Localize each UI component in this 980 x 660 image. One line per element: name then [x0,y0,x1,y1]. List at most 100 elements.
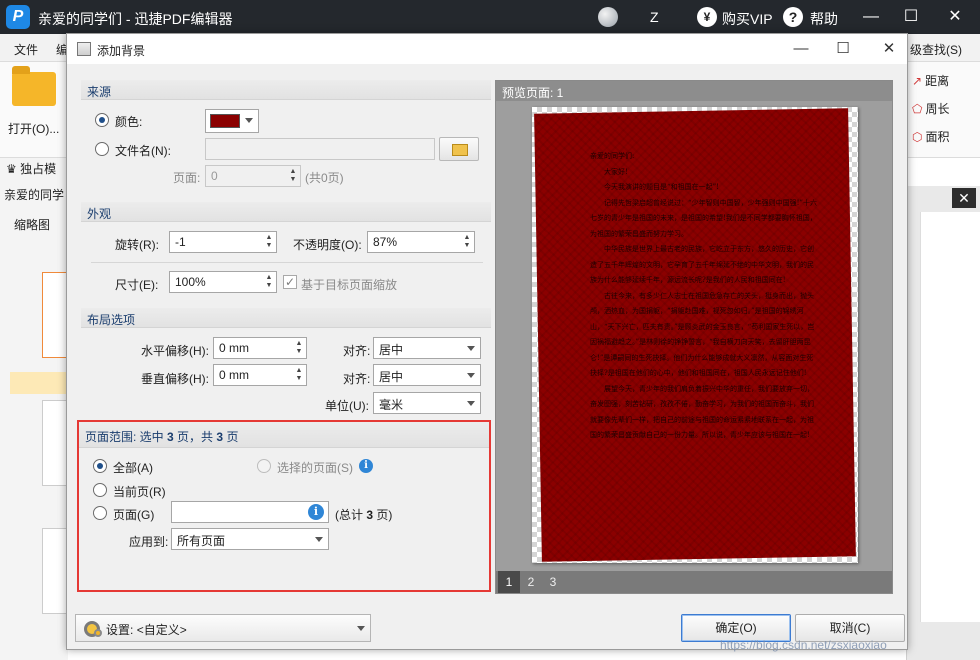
range-selected-pages-label: 选择的页面(S) [277,461,353,475]
user-avatar[interactable] [598,7,618,27]
appearance-header: 外观 [81,202,491,222]
size-value: 100% [175,275,206,289]
color-picker[interactable] [205,109,259,133]
preview-page-nav: 1 2 3 [496,571,892,593]
source-page-input[interactable]: 0 ▲ ▼ [205,165,301,187]
app-maximize-button[interactable]: ☐ [898,6,924,28]
preview-page-1-button[interactable]: 1 [498,571,520,593]
thumbnail-page-1[interactable] [42,272,68,358]
dialog-title: 添加背景 [97,44,146,58]
source-file-radio[interactable] [95,142,109,156]
range-selected-pages-radio[interactable] [257,459,271,473]
preview-header: 预览页面: 1 [496,81,892,101]
preview-page-3-button[interactable]: 3 [542,571,564,593]
menu-file[interactable]: 文件 [14,41,38,58]
v-align-select[interactable]: 居中 [373,364,481,386]
vip-coin-icon[interactable]: ¥ [697,7,717,27]
spin-arrows-icon[interactable]: ▲ ▼ [294,367,304,383]
source-color-label: 颜色: [115,115,143,129]
dialog-minimize-button[interactable]: — [789,39,813,59]
unit-value: 毫米 [379,398,404,412]
user-name[interactable]: Z [650,9,659,25]
exclusive-mode-label: 独占模 [20,162,57,176]
help-icon[interactable]: ? [783,7,803,27]
right-panel-close-button[interactable]: ✕ [952,188,976,208]
source-page-total: (共0页) [305,171,344,185]
chevron-down-icon [357,626,365,631]
spin-arrows-icon[interactable]: ▲ ▼ [294,340,304,356]
h-align-select[interactable]: 居中 [373,337,481,359]
range-current-label: 当前页(R) [113,485,166,499]
preview-page: 亲爱的同学们: 大家好! 今天我演讲的题目是“和祖国在一起”! 记得先哲梁启超曾… [532,107,858,563]
help-button[interactable]: 帮助 [810,9,838,29]
thumbnail-page-3[interactable] [42,528,68,614]
menu-advanced-find[interactable]: 级查找(S) [910,41,962,58]
app-minimize-button[interactable]: — [858,6,884,28]
v-align-label: 对齐: [343,372,371,386]
v-offset-input[interactable]: 0 mm ▲ ▼ [213,364,307,386]
dialog-close-button[interactable]: ✕ [877,39,901,59]
settings-select[interactable]: 设置: <自定义> [75,614,371,642]
text-hello: 大家好! [604,167,628,176]
exclusive-mode-button[interactable]: ♛ 独占模 [6,160,56,177]
tool-area[interactable]: ⬡ 面积 [912,128,950,145]
h-offset-value: 0 mm [219,341,249,355]
h-align-value: 居中 [379,343,404,357]
buy-vip-button[interactable]: 购买VIP [722,9,773,29]
size-label: 尺寸(E): [115,278,159,292]
spin-arrows-icon[interactable]: ▲ ▼ [264,234,274,250]
opacity-input[interactable]: 87% ▲ ▼ [367,231,475,253]
settings-label: 设置: [106,623,134,637]
apply-to-select[interactable]: 所有页面 [171,528,329,550]
info-icon[interactable]: i [308,504,324,520]
preview-page-2-button[interactable]: 2 [520,571,542,593]
spin-arrows-icon[interactable]: ▲ ▼ [288,168,298,184]
range-current-radio[interactable] [93,483,107,497]
document-tab[interactable]: 亲爱的同学 [4,186,64,203]
apply-to-label: 应用到: [129,535,169,549]
range-pages-input[interactable]: i [171,501,329,523]
tool-perimeter[interactable]: ⬠ 周长 [912,100,949,117]
size-input[interactable]: 100% ▲ ▼ [169,271,277,293]
tool-distance-label: 距离 [925,74,950,88]
open-folder-icon[interactable] [12,66,56,106]
range-all-radio[interactable] [93,459,107,473]
browse-file-button[interactable] [439,137,479,161]
color-swatch-fill [210,114,240,128]
text-paragraph: 中华民族是世界上最古老的民族，它屹立于东方，悠久的历史，它创造了五千年辉煌的文明… [590,245,814,284]
unit-select[interactable]: 毫米 [373,392,481,414]
file-name-input[interactable] [205,138,435,160]
right-panel-content [920,212,980,622]
source-page-label: 页面: [173,171,201,185]
scale-to-page-checkbox[interactable]: ✓ [283,275,297,289]
spin-arrows-icon[interactable]: ▲ ▼ [462,234,472,250]
pages-total-suffix: 页) [376,508,393,522]
range-all-label: 全部(A) [113,461,153,475]
v-offset-value: 0 mm [219,368,249,382]
tool-perimeter-label: 周长 [925,102,950,116]
spin-arrows-icon[interactable]: ▲ ▼ [264,274,274,290]
rotate-label: 旋转(R): [115,238,159,252]
chevron-down-icon [245,118,253,123]
thumbnail-page-2[interactable] [42,400,68,486]
pages-total-prefix: (总计 [335,508,363,522]
source-color-radio[interactable] [95,113,109,127]
rotate-input[interactable]: -1 ▲ ▼ [169,231,277,253]
dialog-maximize-button[interactable]: ☐ [831,39,855,59]
v-align-value: 居中 [379,370,404,384]
scale-to-page-label: 基于目标页面缩放 [301,278,398,292]
thumbnail-selection [10,372,68,394]
text-paragraph: 展望今天，青少年的我们肩负着振兴中华的重任，我们要放弃一切，奋发图强，刻苦钻研，… [590,384,814,440]
app-close-button[interactable]: ✕ [942,6,968,28]
info-icon[interactable]: i [359,459,373,473]
h-offset-input[interactable]: 0 mm ▲ ▼ [213,337,307,359]
layout-header: 布局选项 [81,308,491,328]
open-button-label[interactable]: 打开(O)... [8,120,59,137]
range-pages-radio[interactable] [93,506,107,520]
gear-small-icon [94,629,102,637]
source-header: 来源 [81,80,491,100]
chevron-down-icon [467,346,475,351]
text-paragraph: 记得先哲梁启超曾经说过：“少年智则中国智，少年强则中国强!”十六七岁的青少年是祖… [590,198,817,238]
tool-distance[interactable]: ↗ 距离 [912,72,949,89]
preview-panel: 预览页面: 1 亲爱的同学们: 大家好! 今天我演讲的题目是“和祖国在一起”! … [495,80,893,594]
